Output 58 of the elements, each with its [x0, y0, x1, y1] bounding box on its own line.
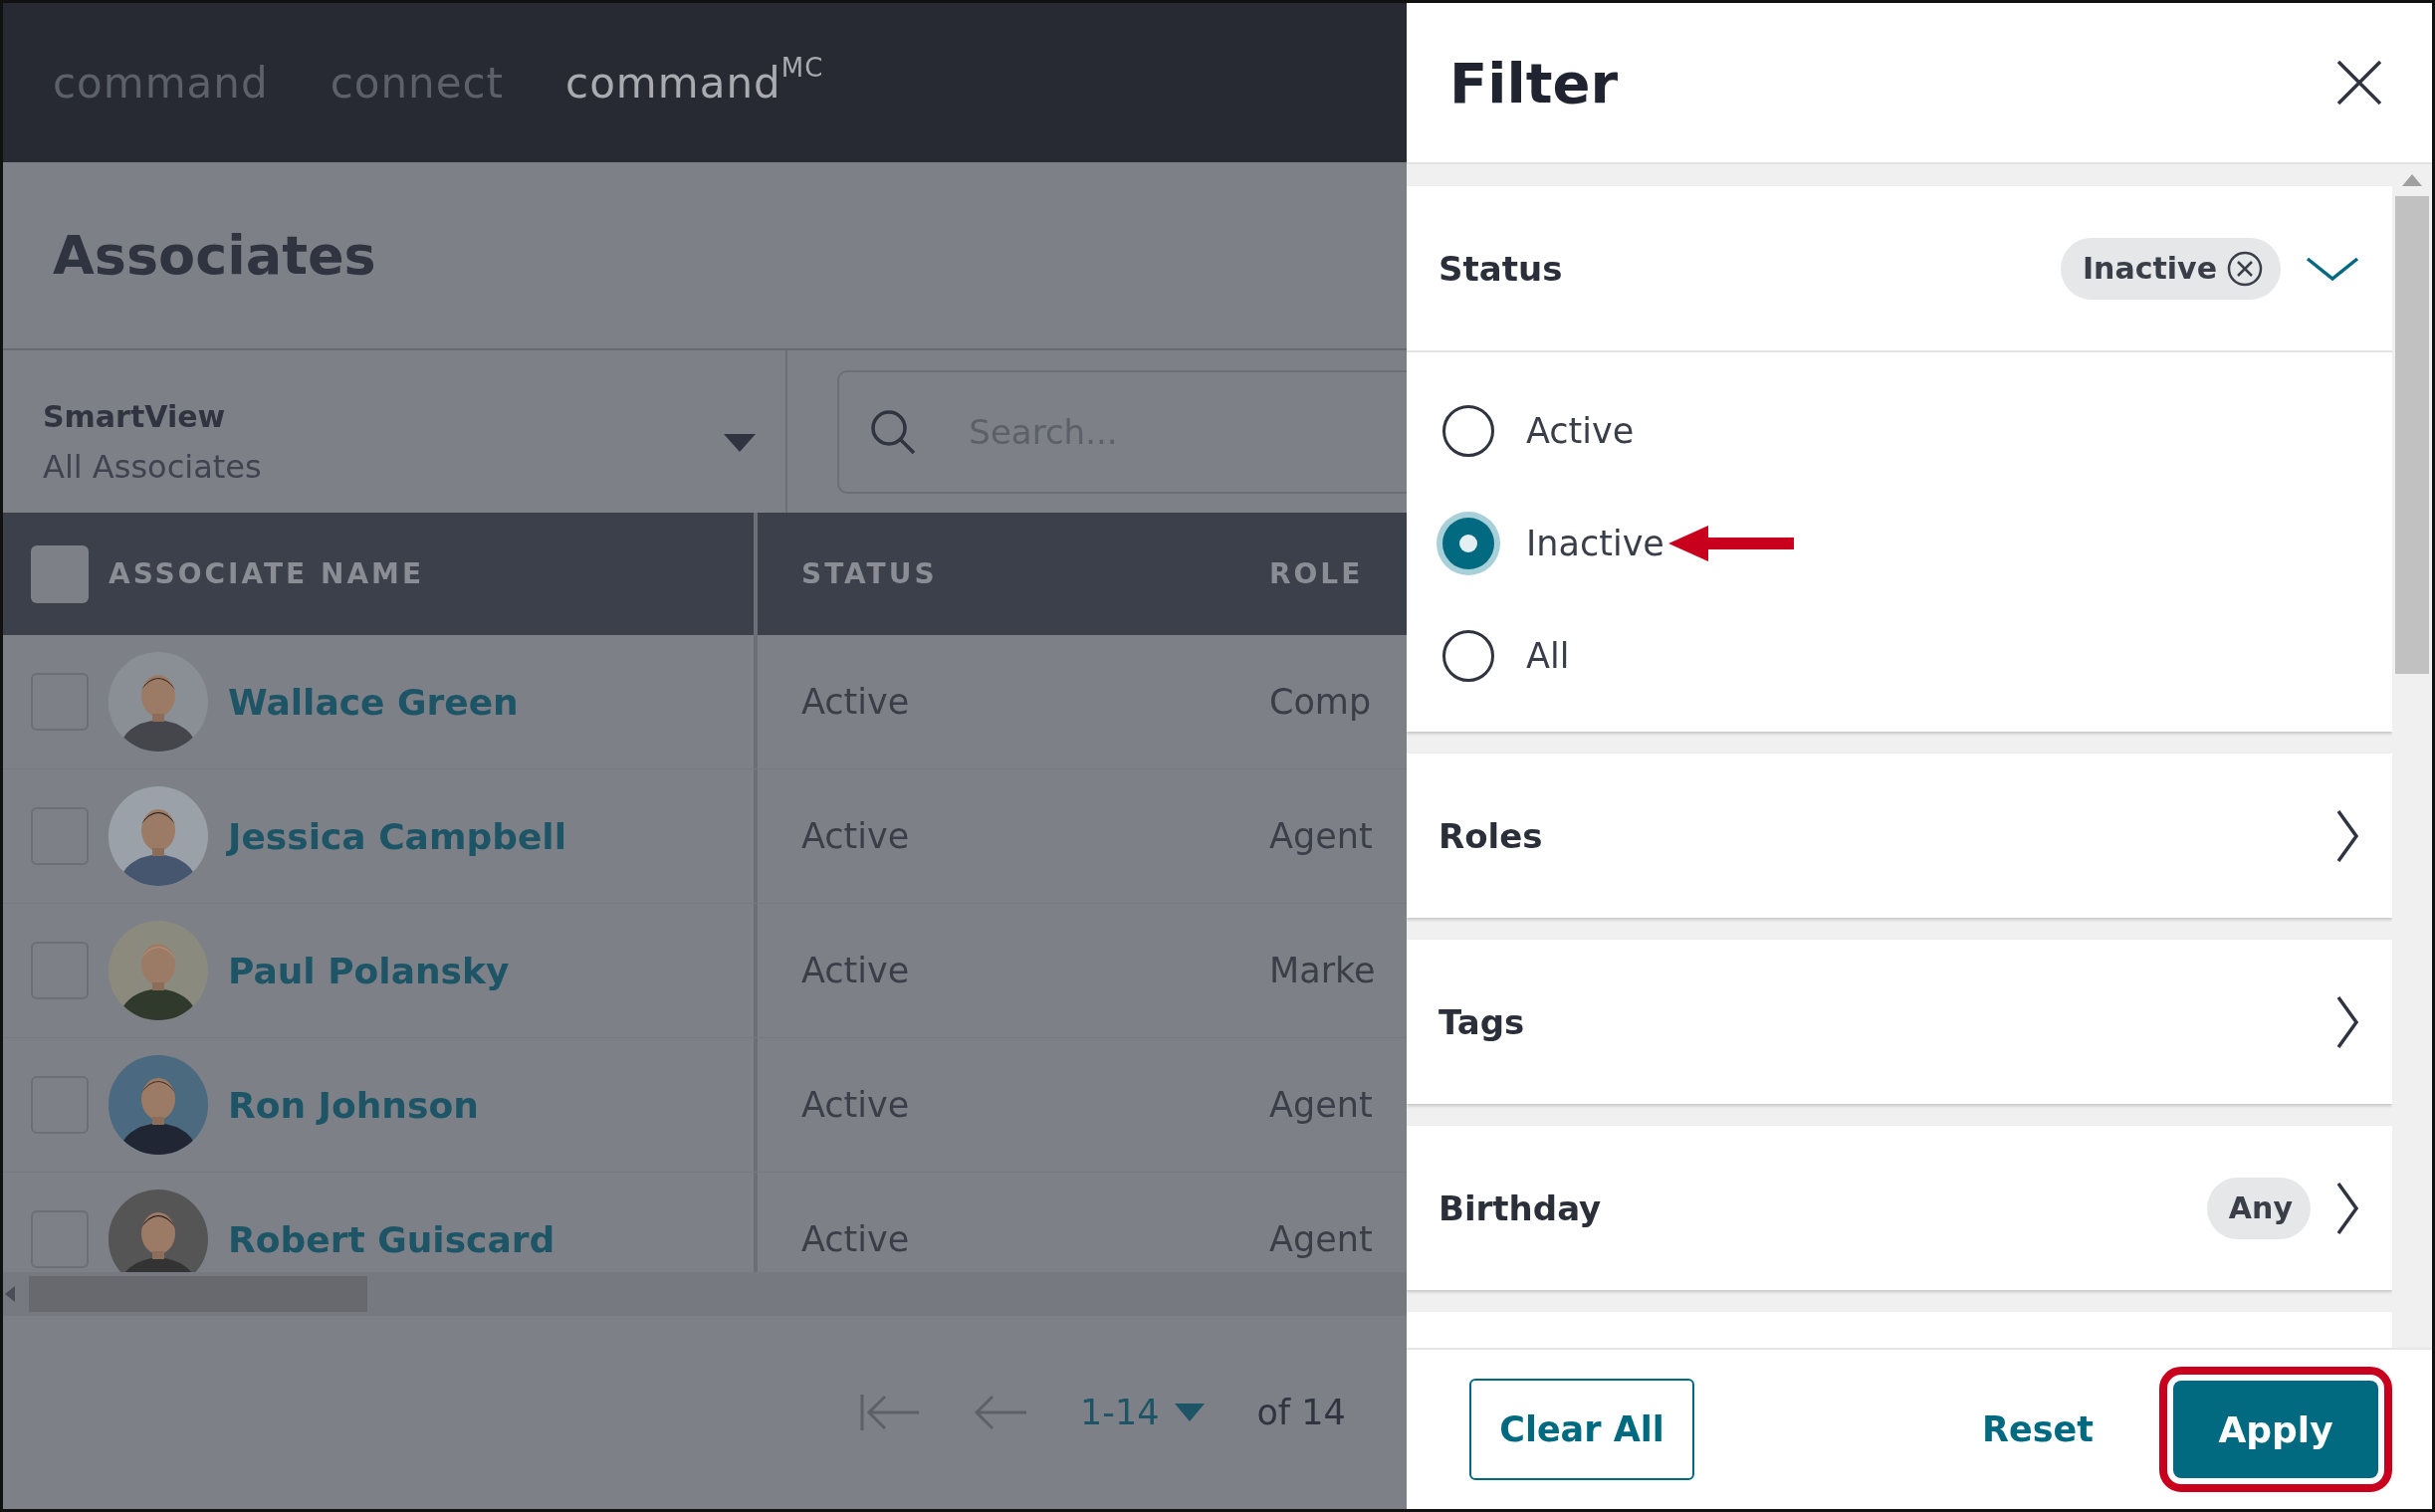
section-header[interactable]: Status Inactive — [1407, 186, 2392, 352]
close-icon[interactable] — [2336, 60, 2382, 106]
scroll-up-icon[interactable] — [2402, 174, 2422, 186]
section-label: Roles — [1439, 815, 1544, 856]
option-label: All — [1526, 635, 1570, 676]
dropdown-value: All Associates — [43, 448, 262, 486]
section-header[interactable]: Tags — [1407, 940, 2392, 1104]
column-header[interactable]: ASSOCIATE NAME — [109, 557, 425, 590]
filter-chip[interactable]: Inactive — [2060, 237, 2281, 300]
search-icon — [869, 408, 918, 456]
associate-name-link[interactable]: Ron Johnson — [228, 1084, 479, 1126]
radio-button[interactable] — [1442, 404, 1494, 457]
table-cell-text: Active — [801, 951, 911, 990]
remove-icon[interactable] — [2227, 250, 2263, 287]
first-page-icon[interactable] — [859, 1393, 921, 1432]
option-label: Active — [1526, 410, 1635, 451]
table-cell: Comp — [1269, 682, 1372, 722]
dropdown-label: SmartView — [43, 399, 227, 434]
chevron-right-icon[interactable] — [2334, 993, 2360, 1050]
section-header[interactable]: Birthday Any — [1407, 1126, 2392, 1290]
caret-down-icon — [1175, 1404, 1206, 1421]
column-header[interactable]: STATUS — [801, 557, 1269, 590]
table-cell-text: Active — [801, 816, 911, 856]
scrollbar-thumb[interactable] — [2395, 196, 2429, 674]
table-cell-text: Active — [801, 1219, 911, 1259]
associate-name-link[interactable]: Paul Polansky — [228, 950, 510, 991]
section-label: Status — [1439, 248, 1564, 289]
chevron-right-icon[interactable] — [2334, 1180, 2360, 1236]
nav-link[interactable]: command$^{MC}$ — [565, 58, 824, 108]
scroll-left-icon[interactable] — [5, 1286, 15, 1302]
table-cell-text: Active — [801, 1085, 911, 1125]
section-label: Birthday — [1439, 1188, 1603, 1228]
associate-name-link[interactable]: Robert Guiscard — [228, 1218, 555, 1260]
apply-button[interactable]: Apply — [2173, 1381, 2378, 1478]
select-all-checkbox[interactable] — [31, 544, 89, 603]
page-total: of 14 — [1256, 1393, 1346, 1432]
page-title: Associates — [53, 224, 376, 287]
radio-button[interactable] — [1442, 629, 1494, 682]
filter-chip[interactable]: Any — [2206, 1177, 2311, 1239]
horizontal-scrollbar[interactable] — [3, 1272, 1407, 1316]
previous-page-icon[interactable] — [973, 1393, 1028, 1432]
associate-name-link[interactable]: Wallace Green — [228, 681, 519, 723]
associate-name-link[interactable]: Jessica Campbell — [228, 815, 567, 857]
section-header[interactable]: Roles — [1407, 754, 2392, 918]
table-cell: Agent — [1269, 816, 1373, 856]
page-range-dropdown[interactable]: 1-14 — [1080, 1393, 1206, 1432]
table-cell: Agent — [1269, 1219, 1373, 1259]
reset-button[interactable]: Reset — [1976, 1408, 2100, 1450]
option-label: Inactive — [1526, 523, 1664, 563]
chevron-right-icon[interactable] — [2334, 807, 2360, 864]
section-label: Tags — [1439, 1001, 1526, 1042]
table-cell-text: Active — [801, 682, 911, 722]
table-cell: Agent — [1269, 1085, 1373, 1125]
caret-down-icon — [724, 433, 757, 452]
table-cell: Marke — [1269, 951, 1376, 990]
clear-all-button[interactable]: Clear All — [1469, 1379, 1694, 1480]
panel-title: Filter — [1449, 50, 1618, 115]
column-header[interactable]: ROLE — [1269, 557, 1364, 590]
